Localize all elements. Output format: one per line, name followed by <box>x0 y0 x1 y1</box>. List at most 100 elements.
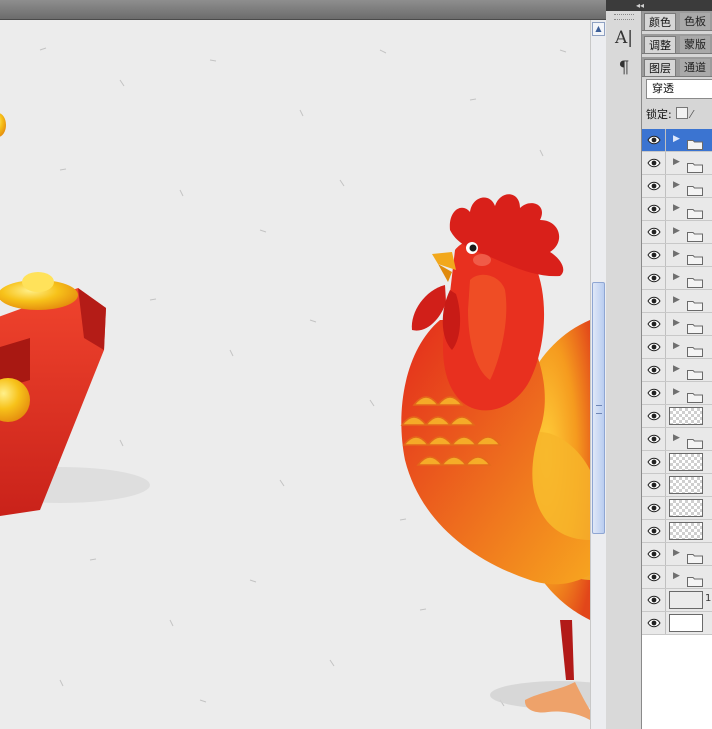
layer-group-row[interactable]: ▶ <box>642 267 712 290</box>
layer-row[interactable] <box>642 497 712 520</box>
expand-arrow-icon[interactable]: ▶ <box>673 134 680 144</box>
tab-adjustments[interactable]: 调整 <box>644 36 676 53</box>
layer-row[interactable] <box>642 451 712 474</box>
folder-icon <box>687 204 703 219</box>
drag-handle[interactable] <box>614 14 634 20</box>
folder-icon <box>687 273 703 288</box>
expand-arrow-icon[interactable]: ▶ <box>673 318 680 328</box>
folder-icon <box>687 365 703 380</box>
color-panel-tabs: 颜色 色板 <box>642 11 712 31</box>
lock-row: 锁定: ⁄ <box>646 107 693 123</box>
visibility-eye-icon[interactable] <box>642 451 666 473</box>
lock-pixels-icon[interactable]: ⁄ <box>691 107 693 123</box>
paragraph-tool-icon[interactable]: ¶ <box>613 57 635 79</box>
visibility-eye-icon[interactable] <box>642 244 666 266</box>
layers-list: ▶ ▶ ▶ ▶ ▶ ▶ ▶ ▶ ▶ ▶ ▶ ▶ ▶ ▶ ▶ 1 <box>642 129 712 729</box>
layer-row[interactable] <box>642 405 712 428</box>
folder-icon <box>687 181 703 196</box>
folder-icon <box>687 158 703 173</box>
tab-swatches[interactable]: 色板 <box>680 13 710 30</box>
layers-panel-tabs: 图层 通道 <box>642 57 712 77</box>
layer-group-row[interactable]: ▶ <box>642 428 712 451</box>
scroll-up-icon[interactable]: ▲ <box>592 22 605 36</box>
layer-group-row[interactable]: ▶ <box>642 198 712 221</box>
layer-row[interactable]: 1 <box>642 589 712 612</box>
expand-arrow-icon[interactable]: ▶ <box>673 226 680 236</box>
layer-group-row[interactable]: ▶ <box>642 566 712 589</box>
visibility-eye-icon[interactable] <box>642 428 666 450</box>
visibility-eye-icon[interactable] <box>642 497 666 519</box>
layer-group-row[interactable]: ▶ <box>642 290 712 313</box>
visibility-eye-icon[interactable] <box>642 152 666 174</box>
expand-arrow-icon[interactable]: ▶ <box>673 433 680 443</box>
layer-row[interactable] <box>642 520 712 543</box>
visibility-eye-icon[interactable] <box>642 359 666 381</box>
visibility-eye-icon[interactable] <box>642 313 666 335</box>
document-canvas[interactable] <box>0 20 590 729</box>
layer-group-row[interactable]: ▶ <box>642 313 712 336</box>
layer-thumbnail <box>669 591 703 609</box>
tab-layers[interactable]: 图层 <box>644 59 676 76</box>
layer-group-row[interactable]: ▶ <box>642 175 712 198</box>
folder-icon <box>687 342 703 357</box>
layer-group-row[interactable]: ▶ <box>642 359 712 382</box>
expand-arrow-icon[interactable]: ▶ <box>673 272 680 282</box>
layer-thumbnail <box>669 407 703 425</box>
expand-arrow-icon[interactable]: ▶ <box>673 249 680 259</box>
character-tool-icon[interactable]: A| <box>613 27 635 49</box>
expand-arrow-icon[interactable]: ▶ <box>673 203 680 213</box>
expand-arrow-icon[interactable]: ▶ <box>673 180 680 190</box>
layer-thumbnail <box>669 614 703 632</box>
expand-arrow-icon[interactable]: ▶ <box>673 548 680 558</box>
folder-icon <box>687 250 703 265</box>
visibility-eye-icon[interactable] <box>642 474 666 496</box>
layer-group-row[interactable]: ▶ <box>642 382 712 405</box>
visibility-eye-icon[interactable] <box>642 520 666 542</box>
visibility-eye-icon[interactable] <box>642 543 666 565</box>
expand-arrow-icon[interactable]: ▶ <box>673 295 680 305</box>
tab-color[interactable]: 颜色 <box>644 13 676 30</box>
folder-icon <box>687 135 703 150</box>
scroll-thumb[interactable] <box>592 282 605 534</box>
visibility-eye-icon[interactable] <box>642 129 666 151</box>
layer-thumbnail <box>669 499 703 517</box>
visibility-eye-icon[interactable] <box>642 198 666 220</box>
folder-icon <box>687 319 703 334</box>
layer-group-row[interactable]: ▶ <box>642 129 712 152</box>
layer-group-row[interactable]: ▶ <box>642 221 712 244</box>
visibility-eye-icon[interactable] <box>642 336 666 358</box>
vertical-scrollbar[interactable]: ▲ <box>590 20 606 729</box>
lock-label: 锁定: <box>646 108 672 121</box>
lock-transparent-icon[interactable] <box>675 107 688 119</box>
visibility-eye-icon[interactable] <box>642 267 666 289</box>
artwork <box>0 47 590 720</box>
visibility-eye-icon[interactable] <box>642 290 666 312</box>
folder-icon <box>687 549 703 564</box>
collapse-panels-icon[interactable]: ◂◂ <box>606 0 712 11</box>
visibility-eye-icon[interactable] <box>642 405 666 427</box>
visibility-eye-icon[interactable] <box>642 566 666 588</box>
visibility-eye-icon[interactable] <box>642 175 666 197</box>
folder-icon <box>687 572 703 587</box>
tab-masks[interactable]: 蒙版 <box>680 36 710 53</box>
blend-mode-select[interactable]: 穿透 <box>646 79 712 99</box>
layer-group-row[interactable]: ▶ <box>642 336 712 359</box>
visibility-eye-icon[interactable] <box>642 382 666 404</box>
visibility-eye-icon[interactable] <box>642 612 666 634</box>
expand-arrow-icon[interactable]: ▶ <box>673 341 680 351</box>
expand-arrow-icon[interactable]: ▶ <box>673 364 680 374</box>
layer-group-row[interactable]: ▶ <box>642 244 712 267</box>
expand-arrow-icon[interactable]: ▶ <box>673 157 680 167</box>
layer-group-row[interactable]: ▶ <box>642 543 712 566</box>
panel-icon-strip: A| ¶ <box>606 11 642 729</box>
panels-area: 颜色 色板 调整 蒙版 图层 通道 穿透 锁定: ⁄ ▶ ▶ ▶ ▶ ▶ ▶ ▶ ▶ ▶ ▶ ▶ ▶ ▶ ▶… <box>642 11 712 729</box>
visibility-eye-icon[interactable] <box>642 589 666 611</box>
layer-row[interactable] <box>642 612 712 635</box>
visibility-eye-icon[interactable] <box>642 221 666 243</box>
layer-thumbnail <box>669 476 703 494</box>
layer-row[interactable] <box>642 474 712 497</box>
expand-arrow-icon[interactable]: ▶ <box>673 387 680 397</box>
expand-arrow-icon[interactable]: ▶ <box>673 571 680 581</box>
tab-channels[interactable]: 通道 <box>680 59 710 76</box>
layer-group-row[interactable]: ▶ <box>642 152 712 175</box>
